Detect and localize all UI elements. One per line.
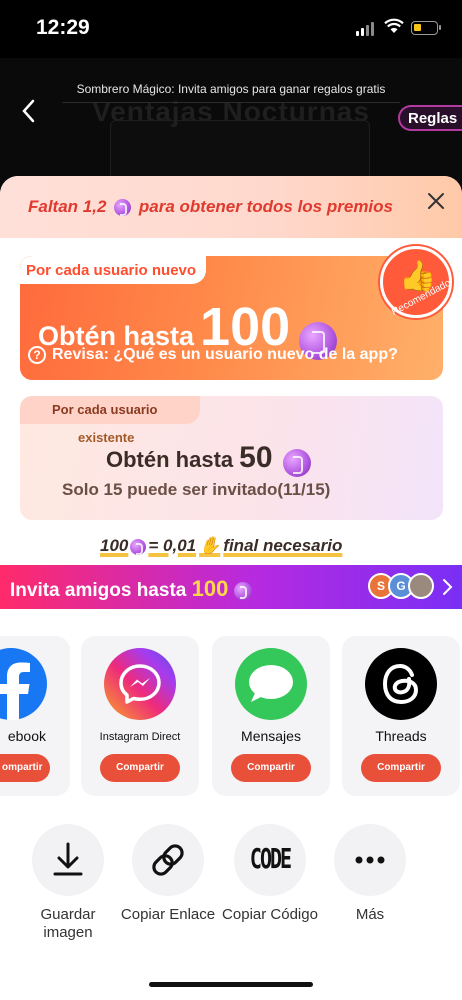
- new-user-reward-card[interactable]: Por cada usuario nuevo Obtén hasta 100 ? R…: [20, 256, 443, 380]
- existing-user-get-label: Obtén hasta: [106, 447, 234, 472]
- share-facebook-button[interactable]: ompartir: [0, 754, 50, 782]
- invited-avatars: S G: [368, 573, 438, 601]
- link-icon: [132, 824, 204, 896]
- page-caption: Sombrero Mágico: Invita amigos para gana…: [76, 82, 386, 96]
- new-user-tag: Por cada usuario nuevo: [20, 256, 207, 284]
- save-image-label: Guardar imagen: [40, 906, 96, 941]
- existing-user-tag: Por cada usuario: [20, 396, 200, 424]
- home-indicator[interactable]: [149, 982, 313, 987]
- code-icon: CODE: [234, 824, 306, 896]
- threads-icon: [365, 648, 437, 720]
- share-messages-button[interactable]: Compartir: [231, 754, 311, 782]
- share-actions-row: Guardar imagen Copiar Enlace CODE Copiar…: [0, 824, 462, 954]
- coin-icon: [282, 448, 311, 477]
- copy-link-action[interactable]: Copiar Enlace: [118, 824, 218, 924]
- more-icon: [334, 824, 406, 896]
- question-icon: ?: [28, 346, 46, 364]
- progress-banner: Faltan 1,2 para obtener todos los premio…: [0, 176, 462, 238]
- invite-friends-bar[interactable]: Invita amigos hasta 100 S G: [0, 565, 462, 609]
- download-icon: [32, 824, 104, 896]
- exchange-left: 100: [100, 536, 129, 555]
- status-time: 12:29: [36, 16, 90, 39]
- invite-amount: 100: [191, 576, 229, 601]
- new-user-info-link[interactable]: ? Revisa: ¿Qué es un usuario nuevo de la …: [28, 346, 398, 364]
- status-bar: 12:29: [0, 0, 462, 58]
- divider: [62, 102, 400, 103]
- back-chevron-icon[interactable]: [18, 96, 40, 126]
- recommended-badge: 👍 Recomendado: [380, 246, 453, 318]
- header-background-title: Ventajas Nocturnas: [92, 96, 370, 127]
- code-glyph: CODE: [249, 841, 292, 875]
- share-threads-label: Threads: [375, 728, 427, 744]
- copy-link-label: Copiar Enlace: [120, 906, 216, 923]
- existing-user-reward: Obtén hasta 50: [106, 441, 311, 477]
- battery-icon: [411, 21, 441, 35]
- copy-code-action[interactable]: CODE Copiar Código: [220, 824, 320, 924]
- coin-icon: [233, 581, 252, 600]
- banner-suffix: para obtener todos los premios: [138, 197, 393, 216]
- save-image-action[interactable]: Guardar imagen: [18, 824, 118, 942]
- share-facebook-label: ebook: [7, 728, 46, 744]
- share-instagram-label: Instagram Direct: [99, 731, 181, 743]
- exchange-rate: 100 = 0,01 ✋ final necesario: [100, 536, 342, 556]
- rules-button[interactable]: Reglas: [398, 105, 462, 131]
- invite-label: Invita amigos hasta: [10, 580, 187, 601]
- share-threads[interactable]: Threads Compartir: [342, 636, 460, 796]
- share-apps-row: ebook ompartir Instagram Direct Comparti…: [0, 636, 462, 796]
- existing-user-amount: 50: [239, 441, 273, 474]
- share-instagram-direct[interactable]: Instagram Direct Compartir: [81, 636, 199, 796]
- banner-prefix: Faltan 1,2: [28, 197, 107, 216]
- share-threads-button[interactable]: Compartir: [361, 754, 441, 782]
- avatar: [408, 573, 434, 599]
- page-header: Ventajas Nocturnas Sombrero Mágico: Invi…: [0, 58, 462, 230]
- share-messages-label: Mensajes: [241, 728, 301, 744]
- share-instagram-button[interactable]: Compartir: [100, 754, 180, 782]
- more-action[interactable]: Más: [320, 824, 420, 924]
- share-sheet: Faltan 1,2 para obtener todos los premio…: [0, 176, 462, 1000]
- messenger-icon: [104, 648, 176, 720]
- invite-limit: Solo 15 puede ser invitado(11/15): [62, 480, 331, 499]
- existing-user-reward-card[interactable]: Por cada usuario existente Obtén hasta 50…: [20, 396, 443, 520]
- wifi-icon: [384, 18, 404, 33]
- copy-code-label: Copiar Código: [222, 906, 318, 923]
- cash-icon: ✋: [199, 536, 221, 555]
- more-label: Más: [355, 906, 385, 923]
- coin-icon: [114, 199, 132, 217]
- share-facebook[interactable]: ebook ompartir: [0, 636, 70, 796]
- invite-text: Invita amigos hasta 100: [10, 576, 252, 602]
- new-user-question: Revisa: ¿Qué es un usuario nuevo de la a…: [52, 346, 398, 363]
- coin-icon: [130, 538, 147, 555]
- exchange-right: = 0,01: [148, 536, 197, 555]
- close-icon[interactable]: [425, 190, 447, 212]
- messages-icon: [235, 648, 307, 720]
- exchange-suffix: final necesario: [223, 536, 343, 555]
- share-messages[interactable]: Mensajes Compartir: [212, 636, 330, 796]
- chevron-right-icon[interactable]: [440, 577, 454, 597]
- signal-icon: [356, 22, 376, 36]
- banner-text: Faltan 1,2 para obtener todos los premio…: [28, 197, 393, 217]
- facebook-icon: [0, 648, 47, 720]
